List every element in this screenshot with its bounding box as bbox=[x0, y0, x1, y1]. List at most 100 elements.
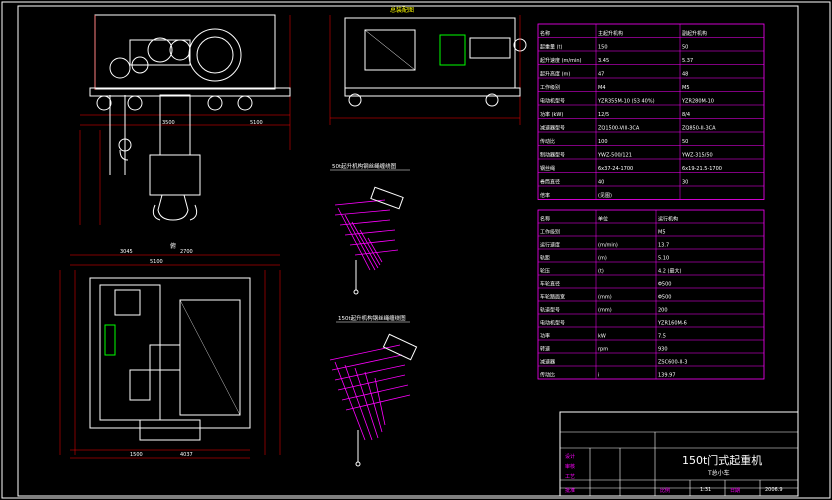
spec2-cell: 7.5 bbox=[658, 334, 666, 340]
spec1-cell: 起重量 (t) bbox=[540, 44, 563, 51]
wheel-right bbox=[237, 95, 253, 111]
front-motor bbox=[439, 34, 466, 66]
dim-plan-4: 1500 bbox=[130, 452, 143, 458]
front-view-title: 总装配图 bbox=[390, 6, 414, 14]
spec1-cell: 12/5 bbox=[598, 112, 609, 118]
tb-cell-scale: 比例 bbox=[660, 487, 670, 494]
spec-table-travel: 名称 单位 运行机构工作级别 M5 运行速度 (m/min) 13.7 轨距 (m) 5.10 轮压… bbox=[537, 209, 765, 380]
spec1-cell: M5 bbox=[682, 85, 690, 91]
spec2-header-cell: 名称 bbox=[540, 216, 550, 223]
spec1-cell: 电动机型号 bbox=[540, 98, 565, 105]
plan-motor bbox=[139, 419, 201, 441]
spec2-cell: 930 bbox=[658, 347, 668, 353]
tb-cell-date: 日期 bbox=[730, 488, 740, 494]
spec1-cell: 100 bbox=[598, 139, 608, 145]
spec2-cell: 轮压 bbox=[540, 268, 550, 275]
spec2-cell: (m/min) bbox=[598, 243, 618, 249]
spec1-cell: 40 bbox=[598, 180, 604, 186]
plan-view-title: 俯 bbox=[170, 242, 176, 250]
spec2-cell: i bbox=[598, 373, 599, 379]
spec2-cell: 13.7 bbox=[658, 243, 669, 249]
spec1-cell: YZR280M-10 bbox=[681, 99, 714, 105]
spec1-cell: 起升速度 (m/min) bbox=[540, 57, 582, 64]
spec1-cell: (见图) bbox=[598, 193, 612, 199]
cad-drawing-canvas[interactable]: 3500 5100 总装配图 俯 3045 2700 5100 1500 403… bbox=[0, 0, 832, 500]
spec1-cell: 起升高度 (m) bbox=[540, 71, 570, 78]
spec2-cell: (m) bbox=[598, 256, 607, 262]
spec2-cell: (mm) bbox=[598, 308, 612, 314]
spec1-cell: 传动比 bbox=[540, 138, 555, 145]
spec2-cell: 功率 bbox=[540, 333, 550, 340]
spec1-cell: 48 bbox=[682, 72, 688, 78]
spec1-cell: 减速器型号 bbox=[540, 125, 565, 132]
spec1-cell: 制动器型号 bbox=[540, 152, 565, 159]
spec-table-main: 名称 主起升机构 副起升机构起重量 (t) 150 50 起升速度 (m/min) 3.45… bbox=[537, 23, 765, 200]
spec1-cell: 50 bbox=[682, 45, 688, 51]
spec1-cell: 6x19-21.5-1700 bbox=[682, 166, 722, 172]
spec1-cell: M4 bbox=[598, 85, 606, 91]
plan-view: 俯 3045 2700 5100 1500 4037 bbox=[59, 242, 281, 459]
spec2-cell: (mm) bbox=[598, 295, 612, 301]
spec2-cell: 传动比 bbox=[540, 372, 555, 379]
spec2-cell: (t) bbox=[598, 269, 604, 275]
spec2-cell: 200 bbox=[658, 308, 668, 314]
spec1-cell: 卷筒直径 bbox=[540, 179, 560, 186]
spec2-cell: 电动机型号 bbox=[540, 320, 565, 327]
spec2-cell: 减速器 bbox=[540, 359, 555, 366]
spec2-cell: ZSC600-II-3 bbox=[658, 360, 687, 366]
spec1-cell: 30 bbox=[682, 180, 688, 186]
front-view: 总装配图 bbox=[329, 6, 527, 125]
spec1-header-cell: 主起升机构 bbox=[598, 30, 623, 37]
spec2-cell: YZR160M-6 bbox=[657, 321, 687, 327]
spec1-cell: 150 bbox=[598, 45, 608, 51]
spec1-cell: 功率 (kW) bbox=[540, 111, 563, 118]
spec2-cell: 车轮直径 bbox=[540, 281, 560, 288]
spec1-header-cell: 副起升机构 bbox=[682, 30, 707, 37]
rope-diagram-50t: 50t起升机构钢丝绳缠绕图 bbox=[330, 162, 410, 295]
spec2-cell: 5.10 bbox=[658, 256, 669, 262]
spec1-cell: YWZ-500/121 bbox=[597, 153, 632, 159]
spec2-cell: 运行速度 bbox=[540, 242, 560, 249]
spec1-cell: YWZ-315/50 bbox=[681, 153, 713, 159]
dim-plan-2: 2700 bbox=[180, 249, 193, 255]
spec2-cell: 轨道型号 bbox=[540, 307, 560, 314]
spec2-header-cell: 运行机构 bbox=[658, 216, 678, 223]
spec2-cell: 4.2 (最大) bbox=[658, 268, 681, 275]
gearbox bbox=[129, 39, 191, 66]
drawing-frame bbox=[17, 5, 799, 497]
spec1-cell: 50 bbox=[682, 139, 688, 145]
spec1-header-cell: 名称 bbox=[540, 30, 550, 37]
spec1-cell: 8/4 bbox=[682, 112, 690, 118]
dim-plan-5: 4037 bbox=[180, 452, 193, 458]
spec1-cell: YZR355M-10 (S3 40%) bbox=[597, 99, 655, 105]
tb-cell-design: 设计 bbox=[565, 453, 575, 460]
side-view: 3500 5100 bbox=[79, 14, 291, 225]
drawing-subtitle: T总小车 bbox=[707, 469, 730, 477]
rope-diagram-150t: 150t起升机构钢丝绳缠绕图 bbox=[329, 314, 418, 467]
dim-side-2: 5100 bbox=[250, 120, 263, 126]
spec1-cell: 3.45 bbox=[598, 58, 609, 64]
spec2-cell: 转速 bbox=[540, 346, 550, 353]
spec2-cell: Φ500 bbox=[658, 282, 671, 288]
spec2-header-cell: 单位 bbox=[598, 216, 608, 223]
title-block: 150t门式起重机 T总小车 1:31 2006.9 设计 审核 工艺 批准 比… bbox=[559, 411, 799, 497]
rope-diagram-2-title: 150t起升机构钢丝绳缠绕图 bbox=[338, 314, 406, 322]
drawing-scale: 1:31 bbox=[700, 487, 711, 493]
dim-plan-3: 5100 bbox=[150, 259, 163, 265]
front-frame bbox=[344, 17, 516, 89]
spec1-cell: 6x37-24-1700 bbox=[598, 166, 633, 172]
spec1-cell: ZQ1500-VIII-3CA bbox=[598, 126, 640, 132]
spec1-cell: 倍率 bbox=[540, 192, 550, 199]
spec2-cell: 工作级别 bbox=[540, 229, 560, 236]
spec2-cell: rpm bbox=[598, 347, 608, 353]
spec2-cell: M5 bbox=[658, 230, 666, 236]
tb-cell-approve: 批准 bbox=[565, 487, 575, 494]
drawing-date: 2006.9 bbox=[765, 487, 783, 493]
drawing-title: 150t门式起重机 bbox=[682, 453, 762, 467]
wheel-left bbox=[96, 95, 112, 111]
spec2-cell: kW bbox=[598, 334, 606, 340]
spec2-cell: Φ500 bbox=[658, 295, 671, 301]
spec2-cell: 车轮踏面宽 bbox=[540, 294, 565, 301]
spec2-cell: 139.97 bbox=[658, 373, 676, 379]
spec1-cell: 47 bbox=[598, 72, 604, 78]
